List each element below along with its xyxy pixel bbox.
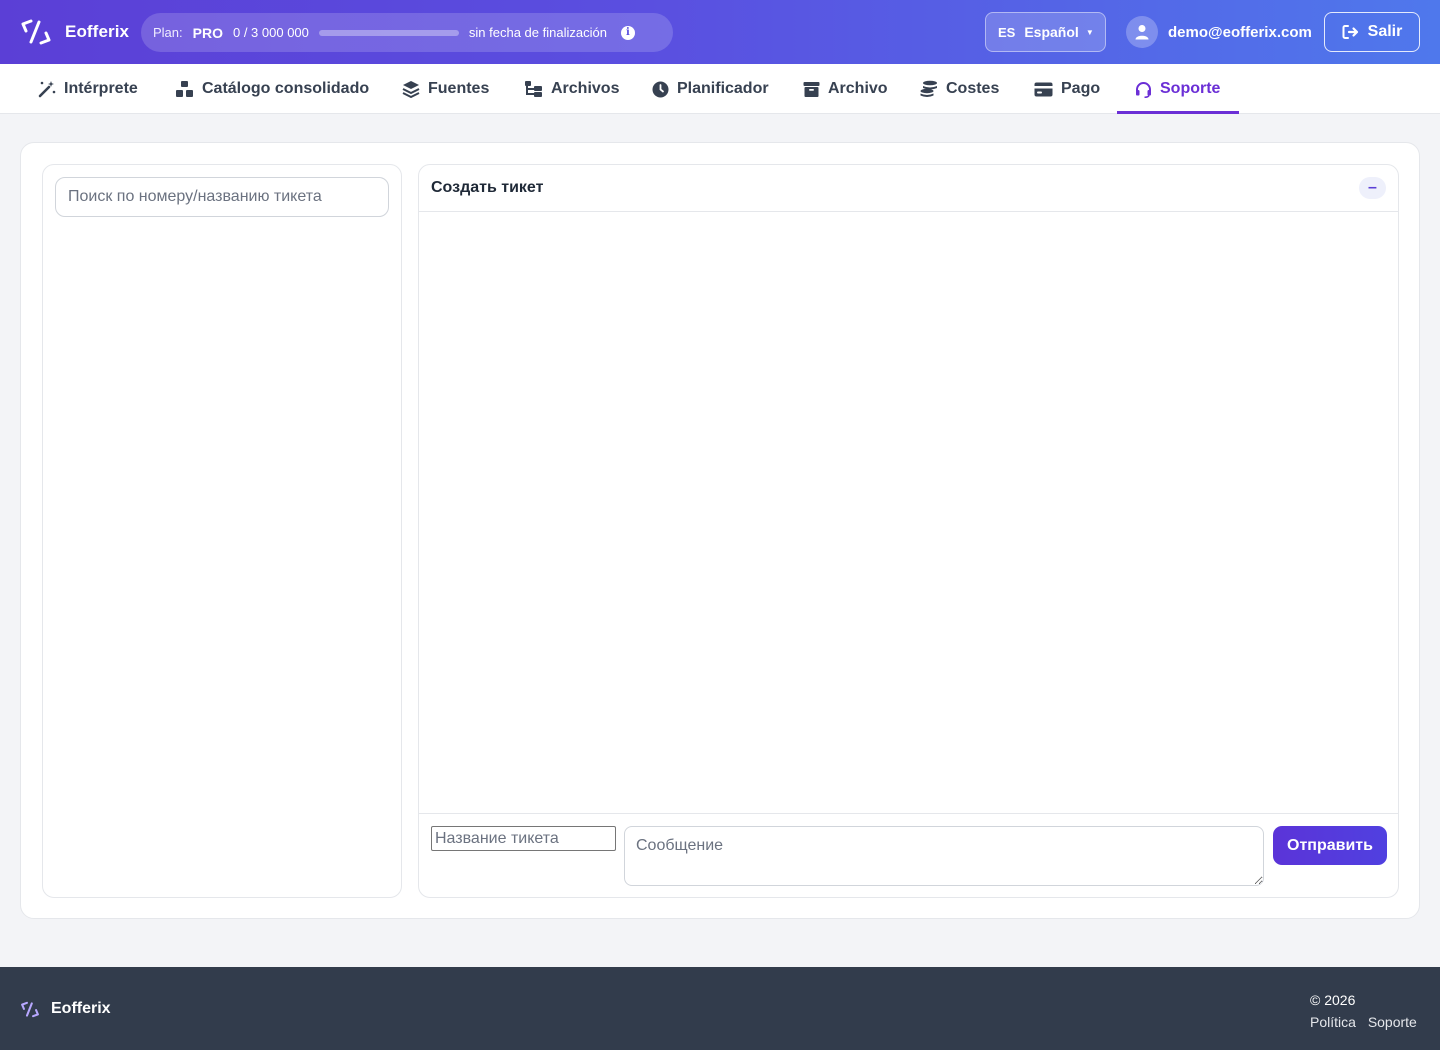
footer-info: © 2026 Política Soporte: [1310, 989, 1417, 1033]
logout-button[interactable]: Salir: [1324, 12, 1420, 52]
footer-link-soporte[interactable]: Soporte: [1368, 1014, 1417, 1030]
collapse-button[interactable]: –: [1359, 177, 1386, 199]
language-name: Español: [1024, 24, 1079, 40]
credit-card-icon: [1034, 82, 1053, 96]
info-icon[interactable]: i: [620, 25, 635, 40]
user-icon: [1135, 25, 1149, 40]
ticket-title-input[interactable]: [431, 826, 616, 851]
language-selector[interactable]: ES Español ▼: [985, 12, 1106, 52]
tab-label: Soporte: [1160, 80, 1221, 97]
tab-label: Archivo: [828, 80, 888, 97]
tab-fuentes[interactable]: Fuentes: [402, 64, 489, 114]
tab-catalogo-consolidado[interactable]: Catálogo consolidado: [175, 64, 369, 114]
logout-icon: [1342, 25, 1358, 39]
tab-costes[interactable]: Costes: [920, 64, 999, 114]
headset-icon: [1136, 81, 1151, 98]
logo-icon: [21, 19, 51, 45]
archive-box-icon: [803, 81, 820, 97]
tab-label: Pago: [1061, 80, 1101, 97]
tab-label: Planificador: [677, 80, 769, 97]
plan-usage: 0 / 3 000 000: [232, 25, 309, 40]
tab-label: Intérprete: [64, 80, 138, 97]
tab-interprete[interactable]: Intérprete: [38, 64, 138, 114]
footer-links: Política Soporte: [1310, 1011, 1417, 1033]
ticket-compose-bar: Отправить: [419, 813, 1398, 898]
footer-brand-name: Eofferix: [51, 1000, 111, 1017]
brand-logo[interactable]: Eofferix: [20, 18, 129, 46]
tab-label: Costes: [946, 80, 1000, 97]
plan-name: PRO: [192, 24, 223, 41]
top-header: Eofferix Plan: PRO 0 / 3 000 000 sin fec…: [0, 0, 1440, 64]
tab-archivos[interactable]: Archivos: [524, 64, 619, 114]
plan-label: Plan:: [153, 25, 183, 40]
user-email: demo@eofferix.com: [1168, 23, 1312, 41]
chevron-down-icon: ▼: [1085, 27, 1094, 37]
ticket-list-panel: [42, 164, 402, 898]
plan-expiry: sin fecha de finalización: [468, 25, 607, 40]
brand-name: Eofferix: [65, 22, 130, 41]
plan-status: Plan: PRO 0 / 3 000 000 sin fecha de fin…: [141, 13, 673, 52]
logo-icon: [21, 1001, 39, 1017]
tab-label: Archivos: [551, 80, 620, 97]
tab-archivo[interactable]: Archivo: [803, 64, 888, 114]
support-card: Создать тикет – Отправить: [20, 142, 1420, 919]
magic-wand-icon: [38, 81, 56, 98]
folder-tree-icon: [525, 81, 542, 97]
plan-usage-bar: [318, 29, 459, 36]
page-footer: Eofferix © 2026 Política Soporte: [0, 967, 1440, 1050]
tab-soporte[interactable]: Soporte: [1116, 64, 1241, 114]
avatar: [1126, 16, 1158, 48]
footer-link-politica[interactable]: Política: [1310, 1014, 1356, 1030]
clock-icon: [652, 81, 669, 97]
tab-label: Catálogo consolidado: [202, 80, 370, 97]
message-textarea[interactable]: [624, 826, 1264, 886]
send-button[interactable]: Отправить: [1273, 826, 1387, 865]
language-code: ES: [998, 24, 1016, 40]
create-ticket-panel: Создать тикет – Отправить: [418, 164, 1399, 898]
tab-label: Fuentes: [428, 80, 490, 97]
main-nav: Intérprete Catálogo consolidado Fuentes …: [0, 64, 1440, 114]
user-menu[interactable]: demo@eofferix.com: [1126, 16, 1312, 48]
coins-icon: [920, 80, 937, 97]
ticket-messages-area: [419, 212, 1398, 814]
layers-icon: [402, 81, 420, 98]
tab-pago[interactable]: Pago: [1034, 64, 1100, 114]
create-ticket-title: Создать тикет: [431, 179, 544, 196]
ticket-search-input[interactable]: [55, 177, 389, 217]
create-ticket-header: Создать тикет –: [419, 165, 1398, 212]
copyright: © 2026: [1310, 992, 1356, 1008]
boxes-icon: [176, 81, 193, 97]
footer-brand[interactable]: Eofferix: [20, 1000, 111, 1018]
logout-label: Salir: [1367, 23, 1403, 40]
tab-planificador[interactable]: Planificador: [652, 64, 769, 114]
